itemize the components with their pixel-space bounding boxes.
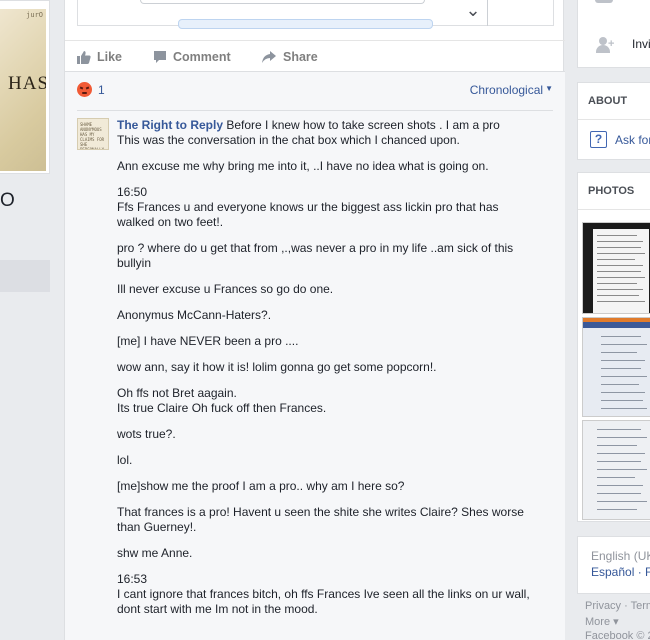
comment-body: The Right to Reply Before I knew how to … [117,118,551,628]
comment-paragraph: shw me Anne. [117,546,551,561]
comment-line: I cant ignore that frances bitch, oh ffs… [117,587,530,601]
right-column: + Invi ABOUT ? Ask for PHOTOS English (U… [577,0,650,640]
profile-picture[interactable]: jurO HAS [0,9,46,171]
comment-line: That frances is a pro! Havent u seen the… [117,505,524,519]
about-title: ABOUT [588,95,628,107]
comment-line: [me] I have NEVER been a pro .... [117,334,299,348]
divider [487,0,488,26]
invite-card: + Invi [577,0,650,68]
like-label: Like [97,50,123,64]
current-language: English (UK) [591,549,650,563]
divider [77,110,553,111]
cover-text: HAS [8,73,46,94]
divider [578,119,650,120]
avatar-text: SHAME ANONYMOUS HAS MY CLAIMS FOR SHE PE… [80,122,105,150]
comment-line: Its true Claire Oh fuck off then Frances… [117,401,327,415]
comment-line: 16:53 [117,572,148,586]
share-label: Share [283,50,318,64]
comment-paragraph: wow ann, say it how it is! lolim gonna g… [117,360,551,375]
like-button[interactable]: Like [77,47,122,67]
about-card: ABOUT ? Ask for [577,82,650,160]
comment-paragraph: The Right to Reply Before I knew how to … [117,118,551,148]
left-nav-item-selected[interactable] [0,260,50,292]
comment-line: wow ann, say it how it is! lolim gonna g… [117,360,437,374]
photo-thumbnail[interactable] [582,222,650,314]
comment-paragraph: Oh ffs not Bret aagain. Its true Claire O… [117,386,551,416]
comment-line: Ill never excuse u Frances so go do one. [117,282,334,296]
comment-line: Ffs Frances u and everyone knows ur the … [117,200,499,214]
add-friend-icon: + [595,37,614,53]
caret-down-icon: ▼ [545,84,553,93]
reaction-count: 1 [98,82,105,97]
photo-thumbnail[interactable] [582,420,650,520]
share-arrow-icon [262,51,276,63]
post-action-bar: Like Comment Share [65,40,565,72]
comment-button[interactable]: Comment [153,47,231,67]
comment-text: Before I knew how to take screen shots .… [226,118,500,132]
share-button[interactable]: Share [261,47,318,67]
comment-line: Anonymus McCann-Haters?. [117,308,272,322]
comment-label: Comment [173,50,231,64]
comments-section: 1 Chronological ▼ SHAME ANONYMOUS HAS MY … [65,72,565,640]
comment-line: 16:50 [117,185,148,199]
comment-paragraph: That frances is a pro! Havent u seen the… [117,505,551,535]
photos-card: PHOTOS [577,172,650,522]
left-column: jurO HAS O [0,0,52,640]
shared-content-frame [140,0,425,4]
comment-line: This was the conversation in the chat bo… [117,133,460,147]
comment-line: [me]show me the proof I am a pro.. why a… [117,479,405,493]
angry-reaction-icon [77,82,92,97]
comment-paragraph: Ann excuse me why bring me into it, ..I … [117,159,551,174]
comment-line: lol. [117,453,133,467]
comment-paragraph: lol. [117,453,551,468]
comment-author-link[interactable]: The Right to Reply [117,118,223,132]
reactions-summary[interactable]: 1 [77,82,105,97]
comment-line: than Guerney!. [117,520,197,534]
post-shared-content: ⌄ [77,0,554,29]
comment-line: bullyin [117,256,152,270]
comment-line: wots true?. [117,427,176,441]
invite-link[interactable]: Invi [632,37,650,51]
comment-paragraph: wots true?. [117,427,551,442]
comment-line: walked on two feet!. [117,215,224,229]
ask-link[interactable]: Ask for [615,133,650,147]
cover-corner-text: jurO [26,11,43,19]
comment-sort-dropdown[interactable]: Chronological ▼ [470,83,553,97]
photo-thumbnail[interactable] [582,317,650,417]
comment-paragraph: [me]show me the proof I am a pro.. why a… [117,479,551,494]
thumbs-up-icon [77,51,91,64]
people-icon [595,0,613,3]
comment-paragraph: pro ? where do u get that from ,.,was ne… [117,241,551,271]
page-profile-card: jurO HAS [0,0,50,174]
comment-icon [154,51,166,63]
footer-copyright: Facebook © 2017 [585,630,650,640]
comment-line: Ann excuse me why bring me into it, ..I … [117,159,489,173]
photos-title: PHOTOS [588,185,635,197]
question-icon: ? [590,131,607,148]
shared-content-button[interactable] [178,19,433,29]
language-card: English (UK) Español · Fr [577,536,650,594]
footer-more-link[interactable]: More ▾ [585,615,619,628]
comment-line: dont start with me Im not in the mood. [117,602,318,616]
footer-links[interactable]: Privacy · Terms [585,600,650,612]
divider [578,209,650,210]
chevron-down-icon[interactable]: ⌄ [459,0,487,24]
comment-paragraph: Ill never excuse u Frances so go do one. [117,282,551,297]
comment-paragraph: [me] I have NEVER been a pro .... [117,334,551,349]
comment-line: shw me Anne. [117,546,193,560]
language-links[interactable]: Español · Fr [591,565,650,579]
comment-line: pro ? where do u get that from ,.,was ne… [117,241,514,255]
page-name-fragment: O [0,190,15,211]
comment-line: Oh ffs not Bret aagain. [117,386,237,400]
sort-label: Chronological [469,83,544,97]
comment-paragraph: Anonymus McCann-Haters?. [117,308,551,323]
post-card: ⌄ Like Comment Share 1 Chronological ▼ SH… [64,0,565,640]
comment-paragraph: 16:50 Ffs Frances u and everyone knows ur… [117,185,551,230]
commenter-avatar[interactable]: SHAME ANONYMOUS HAS MY CLAIMS FOR SHE PE… [77,118,109,150]
comment-paragraph: 16:53 I cant ignore that frances bitch, o… [117,572,551,617]
comment-line: The Right to Reply Before I knew how to … [117,118,551,133]
